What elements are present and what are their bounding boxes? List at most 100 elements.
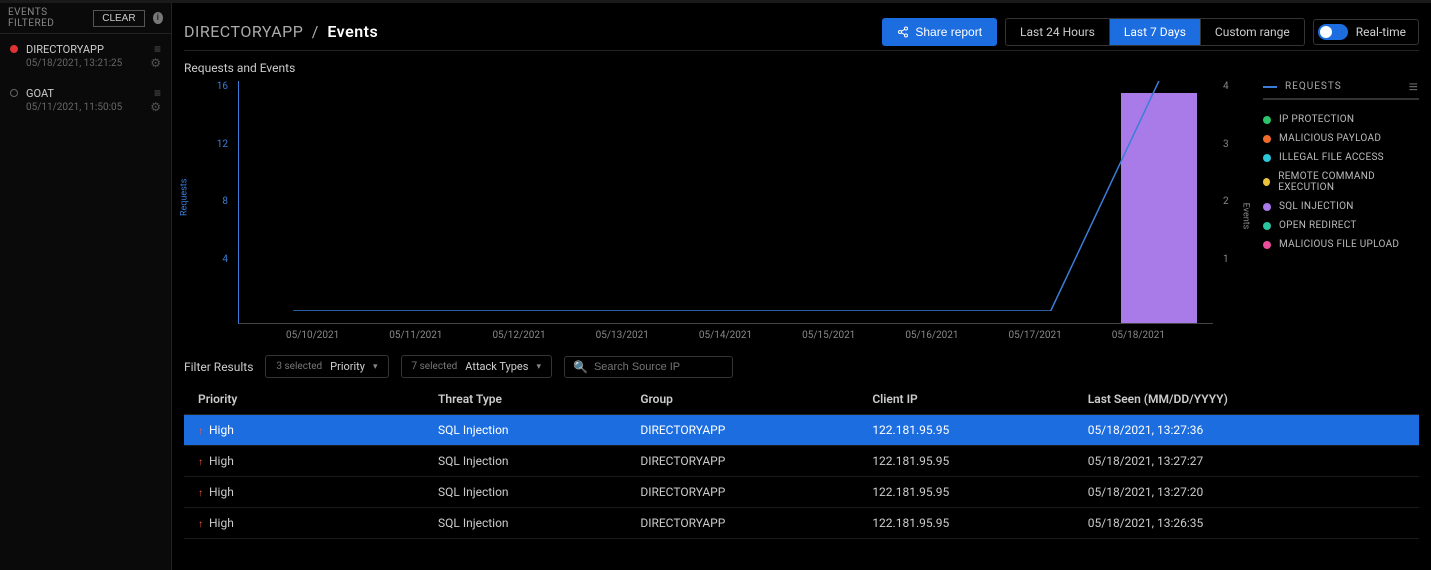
info-icon[interactable]: i	[153, 12, 163, 24]
last-seen-cell: 05/18/2021, 13:27:36	[1074, 415, 1419, 446]
breadcrumb: DIRECTORYAPP / Events	[184, 22, 378, 41]
y-right-tick: 4	[1223, 81, 1249, 92]
group-cell: DIRECTORYAPP	[626, 446, 858, 477]
legend-item[interactable]: ILLEGAL FILE ACCESS	[1263, 152, 1419, 163]
attack-types-filter-dropdown[interactable]: 7 selected Attack Types ▾	[401, 355, 552, 378]
group-timestamp: 05/11/2021, 11:50:05	[26, 102, 122, 113]
legend-header: REQUESTS ≡	[1263, 81, 1419, 100]
group-timestamp: 05/18/2021, 13:21:25	[26, 58, 122, 69]
priority-value: High	[209, 454, 234, 468]
sidebar: EVENTS FILTERED CLEAR i DIRECTORYAPP ≡ 0…	[0, 3, 172, 570]
filter-results-label: Filter Results	[184, 360, 253, 374]
attack-filter-count: 7 selected	[412, 361, 458, 372]
chart-plot[interactable]	[238, 81, 1213, 324]
table-row[interactable]: ↑High SQL Injection DIRECTORYAPP 122.181…	[184, 415, 1419, 446]
legend-dot-icon	[1263, 203, 1271, 211]
legend-item[interactable]: MALICIOUS PAYLOAD	[1263, 133, 1419, 144]
legend-dash-icon	[1263, 86, 1277, 88]
group-name: DIRECTORYAPP	[26, 43, 104, 56]
time-range-group: Last 24 HoursLast 7 DaysCustom range	[1005, 18, 1305, 46]
events-filtered-label: EVENTS FILTERED	[8, 7, 85, 29]
legend-item[interactable]: REMOTE COMMAND EXECUTION	[1263, 171, 1419, 193]
results-table: PriorityThreat TypeGroupClient IPLast Se…	[184, 384, 1419, 539]
priority-arrow-icon: ↑	[198, 426, 203, 437]
x-tick: 05/16/2021	[905, 330, 958, 341]
group-cell: DIRECTORYAPP	[626, 508, 858, 539]
y-right-tick: 1	[1223, 254, 1249, 265]
client-ip-cell: 122.181.95.95	[858, 415, 1073, 446]
table-header-cell[interactable]: Priority	[184, 384, 424, 415]
gear-icon[interactable]: ⚙	[150, 56, 161, 70]
table-header-cell[interactable]: Last Seen (MM/DD/YYYY)	[1074, 384, 1419, 415]
time-range-last-7-days[interactable]: Last 7 Days	[1109, 19, 1200, 45]
client-ip-cell: 122.181.95.95	[858, 477, 1073, 508]
status-dot-icon	[10, 45, 18, 53]
breadcrumb-prefix[interactable]: DIRECTORYAPP	[184, 22, 303, 41]
legend-label: MALICIOUS PAYLOAD	[1279, 133, 1381, 144]
attack-filter-label: Attack Types	[465, 360, 528, 373]
chevron-down-icon: ▾	[373, 362, 378, 372]
table-row[interactable]: ↑High SQL Injection DIRECTORYAPP 122.181…	[184, 477, 1419, 508]
priority-arrow-icon: ↑	[198, 457, 203, 468]
events-filter-bar: EVENTS FILTERED CLEAR i	[0, 3, 171, 34]
y-axis-left: Requests 161284	[184, 81, 232, 341]
search-source-ip-input[interactable]	[594, 361, 724, 373]
gear-icon[interactable]: ⚙	[150, 100, 161, 114]
legend-menu-icon[interactable]: ≡	[1409, 82, 1419, 92]
chart-line	[239, 81, 1213, 311]
legend-dot-icon	[1263, 241, 1271, 249]
legend-item[interactable]: IP PROTECTION	[1263, 114, 1419, 125]
client-ip-cell: 122.181.95.95	[858, 446, 1073, 477]
toggle-switch[interactable]	[1318, 24, 1348, 40]
last-seen-cell: 05/18/2021, 13:27:27	[1074, 446, 1419, 477]
priority-arrow-icon: ↑	[198, 519, 203, 530]
y-right-tick: 3	[1223, 139, 1249, 150]
clear-button[interactable]: CLEAR	[93, 10, 144, 27]
time-range-last-24-hours[interactable]: Last 24 Hours	[1006, 19, 1109, 45]
legend-item[interactable]: SQL INJECTION	[1263, 201, 1419, 212]
table-row[interactable]: ↑ High SQL Injection DIRECTORYAPP 122.181…	[184, 446, 1419, 477]
table-header-cell[interactable]: Client IP	[858, 384, 1073, 415]
share-report-button[interactable]: Share report	[882, 18, 997, 46]
threat-type-cell: SQL Injection	[424, 446, 626, 477]
x-tick: 05/13/2021	[596, 330, 649, 341]
legend-label: ILLEGAL FILE ACCESS	[1279, 152, 1384, 163]
client-ip-cell: 122.181.95.95	[858, 508, 1073, 539]
x-tick: 05/11/2021	[389, 330, 442, 341]
share-icon	[897, 26, 909, 38]
sidebar-group-item[interactable]: GOAT ≡ 05/11/2021, 11:50:05 ⚙	[0, 78, 171, 122]
y-right-tick: 2	[1223, 196, 1249, 207]
x-tick: 05/14/2021	[699, 330, 752, 341]
table-header-row: PriorityThreat TypeGroupClient IPLast Se…	[184, 384, 1419, 415]
y-left-tick: 8	[222, 196, 228, 207]
realtime-label: Real-time	[1356, 25, 1406, 39]
search-source-ip-wrapper[interactable]: 🔍	[564, 356, 733, 378]
x-tick: 05/12/2021	[492, 330, 545, 341]
priority-filter-dropdown[interactable]: 3 selected Priority ▾	[265, 355, 388, 378]
time-range-custom-range[interactable]: Custom range	[1200, 19, 1304, 45]
last-seen-cell: 05/18/2021, 13:27:20	[1074, 477, 1419, 508]
menu-icon[interactable]: ≡	[154, 42, 161, 56]
legend-item[interactable]: OPEN REDIRECT	[1263, 220, 1419, 231]
share-report-label: Share report	[915, 25, 982, 39]
group-cell: DIRECTORYAPP	[626, 415, 858, 446]
section-title: Requests and Events	[184, 61, 1419, 75]
x-tick: 05/10/2021	[286, 330, 339, 341]
legend-dot-icon	[1263, 178, 1270, 186]
filter-results-bar: Filter Results 3 selected Priority ▾ 7 s…	[184, 355, 1419, 378]
table-header-cell[interactable]: Group	[626, 384, 858, 415]
sidebar-group-item[interactable]: DIRECTORYAPP ≡ 05/18/2021, 13:21:25 ⚙	[0, 34, 171, 78]
table-row[interactable]: ↑High SQL Injection DIRECTORYAPP 122.181…	[184, 508, 1419, 539]
header: DIRECTORYAPP / Events Share report Last …	[184, 13, 1419, 51]
legend-item[interactable]: MALICIOUS FILE UPLOAD	[1263, 239, 1419, 250]
y-left-tick: 4	[222, 254, 228, 265]
table-header-cell[interactable]: Threat Type	[424, 384, 626, 415]
realtime-toggle[interactable]: Real-time	[1313, 19, 1419, 45]
group-cell: DIRECTORYAPP	[626, 477, 858, 508]
menu-icon[interactable]: ≡	[154, 86, 161, 100]
priority-value: High	[209, 485, 234, 499]
priority-filter-label: Priority	[330, 360, 365, 373]
threat-type-cell: SQL Injection	[424, 477, 626, 508]
header-actions: Share report Last 24 HoursLast 7 DaysCus…	[882, 18, 1419, 46]
legend-label: MALICIOUS FILE UPLOAD	[1279, 239, 1399, 250]
